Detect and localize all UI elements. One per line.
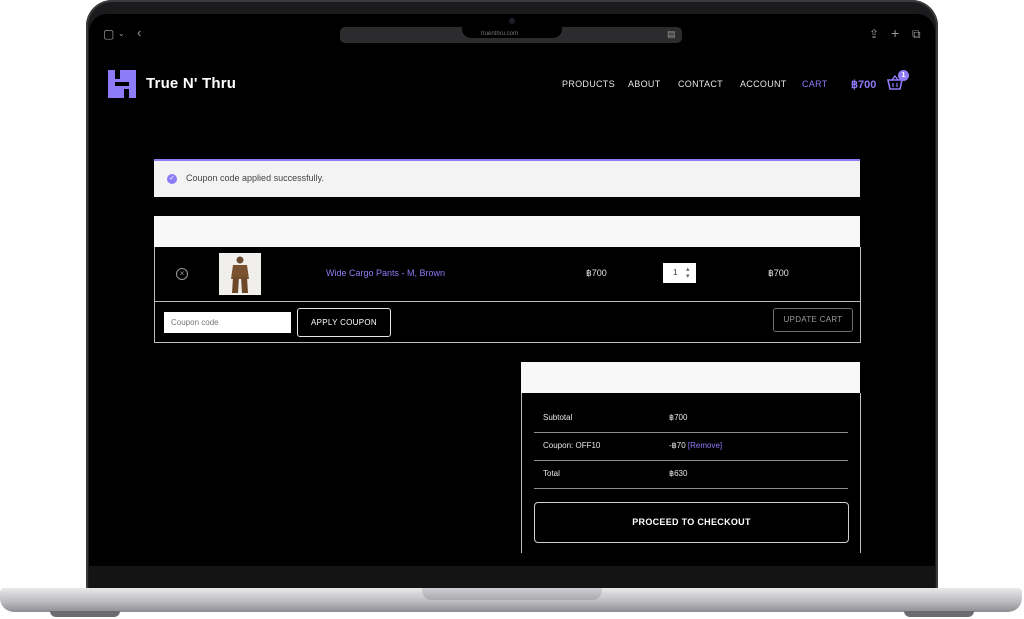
back-icon[interactable]: ‹ (137, 25, 141, 40)
update-cart-button[interactable]: UPDATE CART (773, 308, 853, 332)
quantity-value: 1 (673, 268, 678, 277)
logo-icon[interactable] (108, 70, 136, 98)
nav-about[interactable]: ABOUT (628, 79, 661, 89)
nav-account[interactable]: ACCOUNT (740, 79, 787, 89)
screen-bottom-bezel (89, 566, 935, 588)
subtotal-label: Subtotal (543, 413, 573, 422)
nav-contact[interactable]: CONTACT (678, 79, 723, 89)
cart-table-header (154, 216, 860, 247)
brand-name[interactable]: True N' Thru (146, 75, 236, 92)
camera-icon (509, 18, 515, 24)
tabs-icon[interactable]: ⧉ (912, 27, 921, 42)
product-price: ฿700 (586, 268, 607, 278)
nav-products[interactable]: PRODUCTS (562, 79, 615, 89)
cart-totals: Subtotal ฿700 Coupon: OFF10 -฿70 [Remove… (521, 393, 861, 553)
nav-cart[interactable]: CART (802, 79, 828, 89)
cart-count-badge: 1 (898, 70, 909, 81)
item-subtotal: ฿700 (768, 268, 789, 278)
laptop-foot-right (904, 611, 974, 617)
product-name-link[interactable]: Wide Cargo Pants - M, Brown (326, 268, 445, 278)
proceed-to-checkout-button[interactable]: PROCEED TO CHECKOUT (534, 502, 849, 543)
success-notice: ✓ Coupon code applied successfully. (154, 159, 860, 197)
total-value: ฿630 (669, 469, 688, 478)
share-icon[interactable]: ⇪ (869, 27, 879, 41)
total-label: Total (543, 469, 560, 478)
total-row: Total ฿630 (534, 460, 848, 489)
coupon-value: -฿70 (669, 441, 686, 450)
subtotal-value: ฿700 (669, 413, 688, 422)
remove-coupon-link[interactable]: [Remove] (688, 441, 722, 450)
cart-totals-header (521, 362, 860, 393)
url-text: truenthru.com (481, 31, 519, 37)
laptop-screen: ▢ ⌄ ‹ ▤ ⇪ + ⧉ truenthru.com True N' Thru… (89, 14, 935, 566)
row-divider (155, 301, 860, 302)
laptop-foot-left (50, 611, 120, 617)
coupon-discount: -฿70 [Remove] (669, 441, 722, 450)
coupon-label: Coupon: OFF10 (543, 441, 601, 450)
cart-total[interactable]: ฿700 (851, 78, 876, 91)
new-tab-icon[interactable]: + (891, 25, 899, 41)
chevron-down-icon[interactable]: ⌄ (118, 29, 125, 38)
reader-icon[interactable]: ▤ (667, 29, 676, 40)
remove-item-icon[interactable]: × (176, 268, 188, 280)
coupon-code-input[interactable] (164, 312, 291, 333)
cart-table: × Wide Cargo Pants - M, Brown ฿700 1 ▴ ▾ … (154, 247, 861, 343)
notice-text: Coupon code applied successfully. (186, 173, 324, 183)
product-thumbnail[interactable] (219, 253, 261, 295)
check-circle-icon: ✓ (167, 174, 177, 184)
coupon-row: Coupon: OFF10 -฿70 [Remove] (534, 432, 848, 461)
apply-coupon-button[interactable]: APPLY COUPON (297, 308, 391, 337)
sidebar-icon[interactable]: ▢ (103, 27, 114, 41)
stepper-arrows-icon[interactable]: ▴ ▾ (686, 266, 690, 280)
quantity-stepper[interactable]: 1 ▴ ▾ (663, 263, 696, 283)
subtotal-row: Subtotal ฿700 (534, 404, 848, 433)
laptop-hinge-notch (422, 588, 602, 600)
